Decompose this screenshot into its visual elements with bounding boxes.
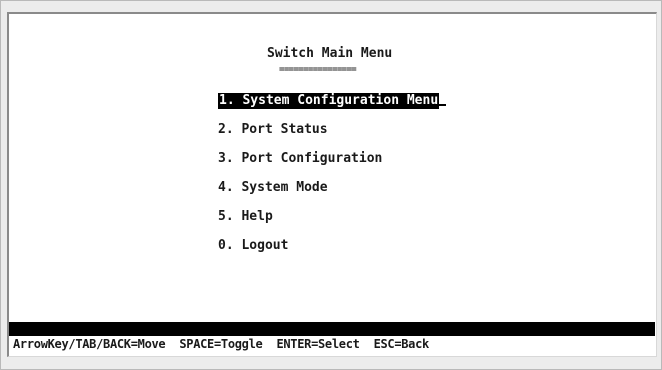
terminal-window: Switch Main Menu ================ 1. Sys… [0,0,662,370]
menu-item-number: 1 [219,93,227,108]
menu-item-number: 4 [218,180,226,195]
key-help-bar: ArrowKey/TAB/BACK=Move SPACE=Toggle ENTER=… [13,337,429,351]
menu-item-logout[interactable]: 0. Logout [218,238,446,267]
menu-item-highlight: 1. System Configuration Menu [218,93,440,109]
menu-item-system-mode[interactable]: 4. System Mode [218,180,446,209]
key-help-move: ArrowKey/TAB/BACK=Move [13,337,166,351]
menu-item-label: Port Status [241,122,328,137]
menu-item-label: Port Configuration [241,151,383,166]
menu-item-label: System Configuration Menu [242,93,439,108]
menu-item-label: Logout [241,238,289,253]
key-help-toggle: SPACE=Toggle [179,337,263,351]
menu-item-port-status[interactable]: 2. Port Status [218,122,446,151]
terminal-screen: Switch Main Menu ================ 1. Sys… [7,12,657,357]
key-help-select: ENTER=Select [276,337,360,351]
menu-title-underline: ================ [279,65,357,75]
menu-item-number: 2 [218,122,226,137]
text-cursor [439,104,447,106]
menu-item-label: Help [241,209,273,224]
menu-item-port-configuration[interactable]: 3. Port Configuration [218,151,446,180]
menu-item-number: 0 [218,238,226,253]
key-help-back: ESC=Back [373,337,430,351]
main-menu-list: 1. System Configuration Menu 2. Port Sta… [218,93,447,267]
menu-item-help[interactable]: 5. Help [218,209,446,238]
menu-item-system-configuration[interactable]: 1. System Configuration Menu [218,93,447,122]
menu-item-number: 3 [218,151,226,166]
menu-item-number: 5 [218,209,226,224]
menu-title: Switch Main Menu [267,46,393,61]
status-divider-bar [9,322,655,336]
menu-item-label: System Mode [241,180,328,195]
